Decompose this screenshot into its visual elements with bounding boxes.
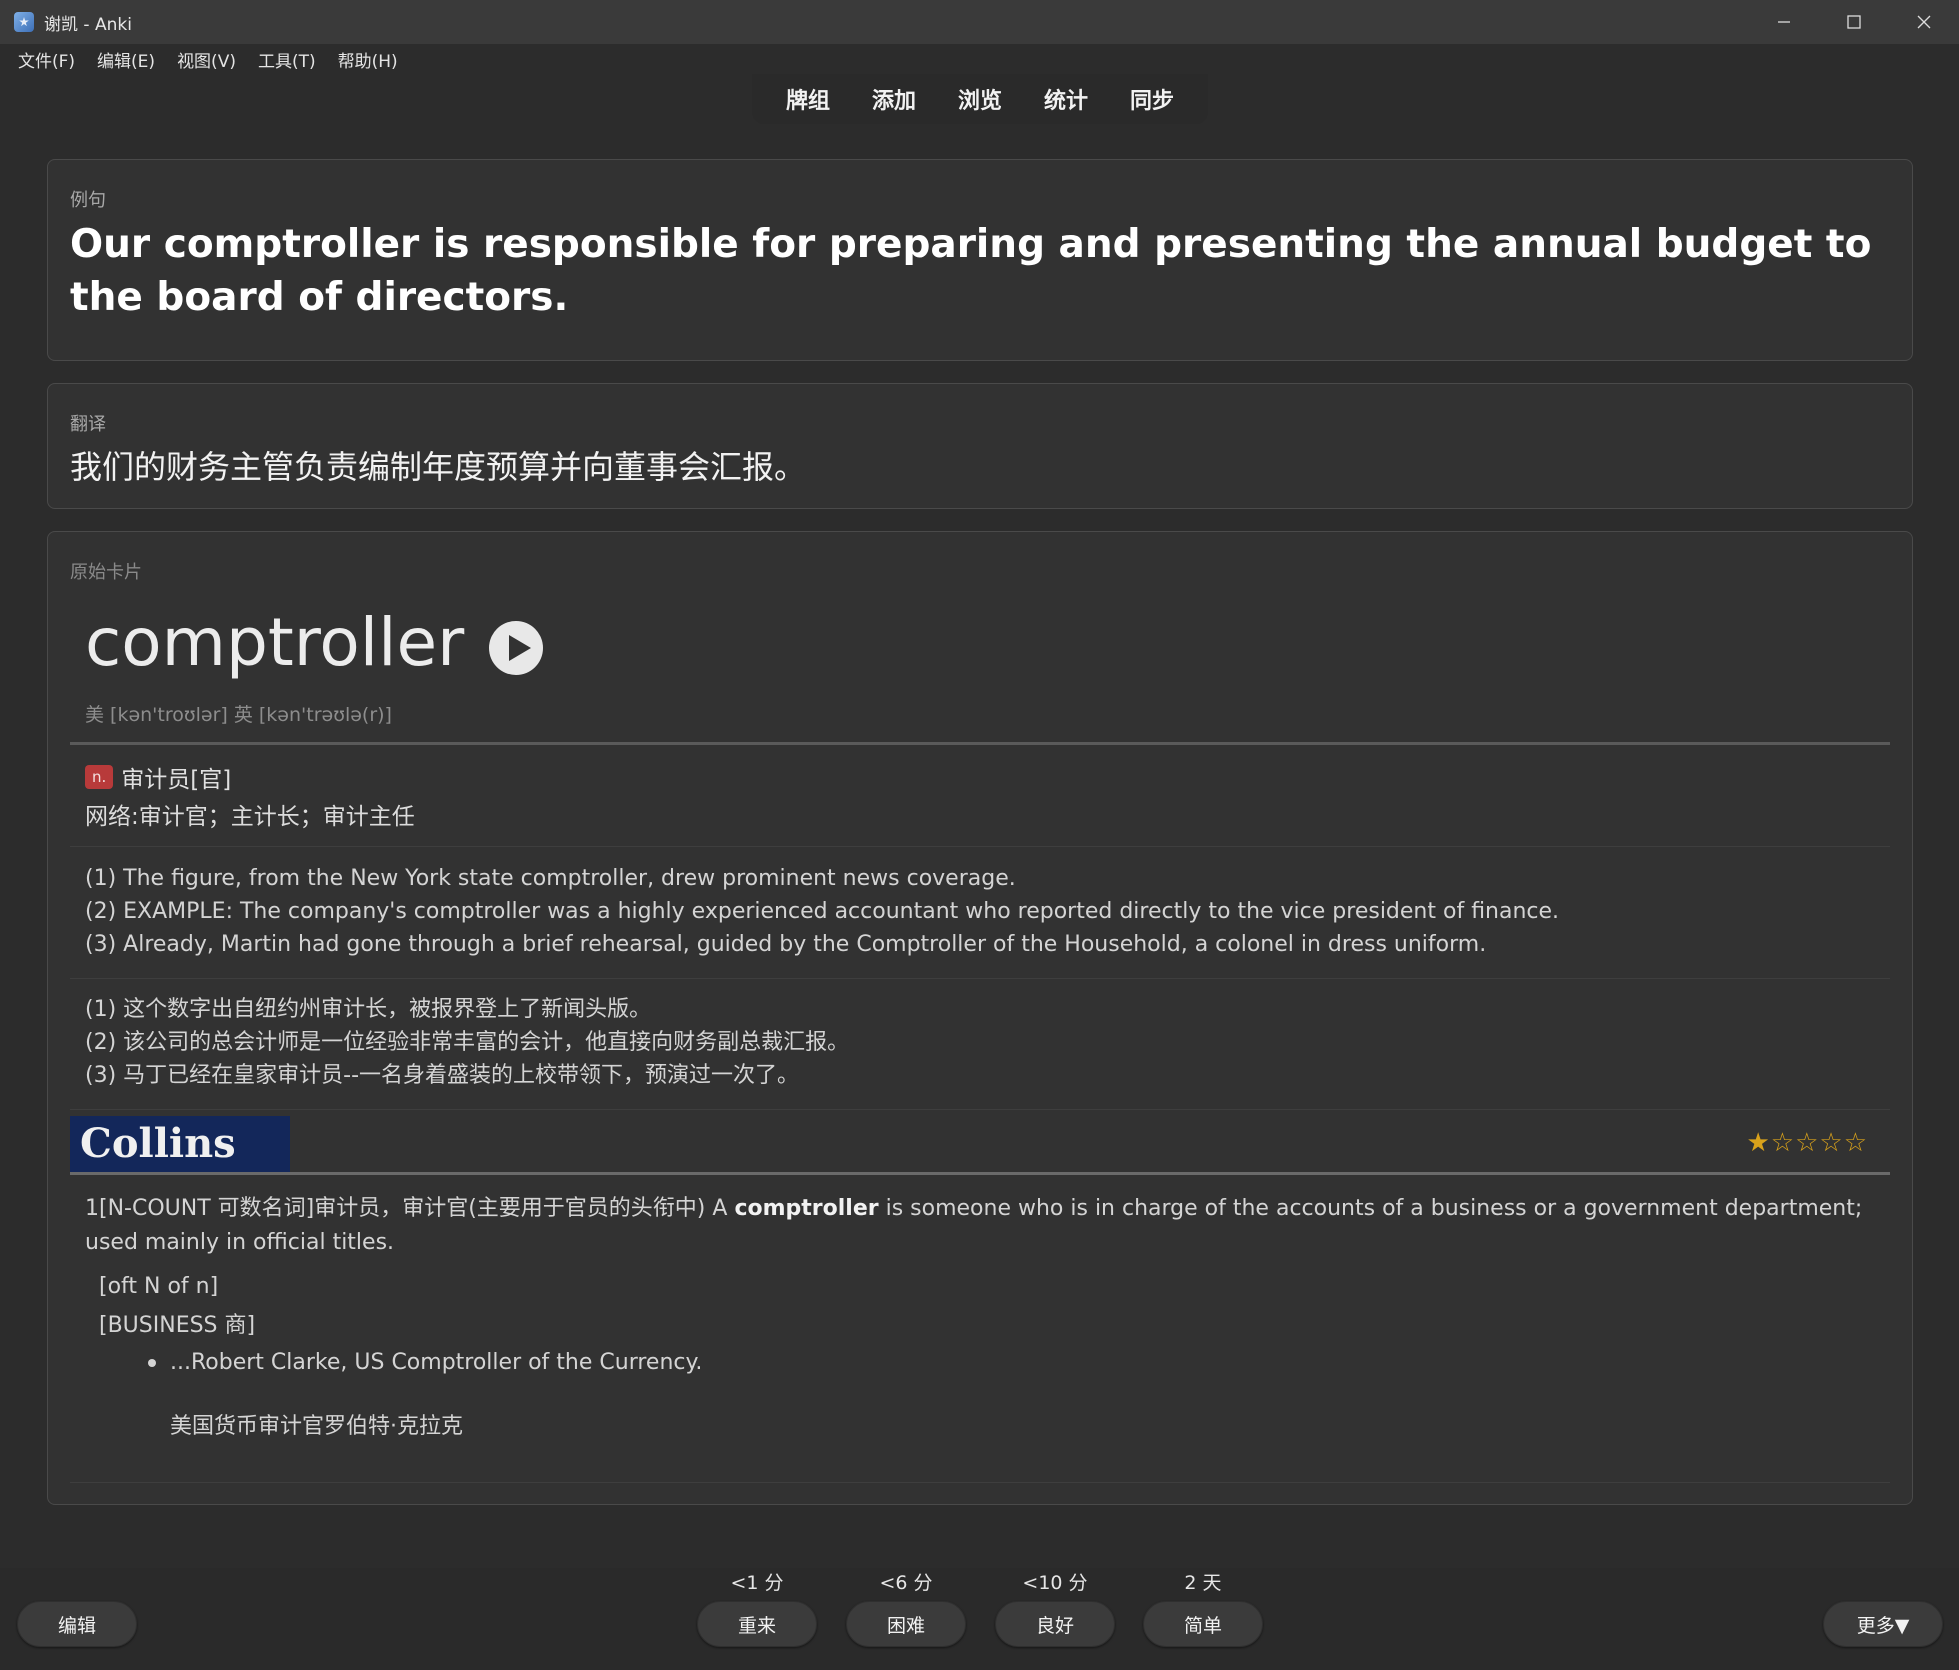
collins-definition: 1[N-COUNT 可数名词]审计员，审计官(主要用于官员的头衔中) A com… [85, 1192, 1872, 1260]
original-card-panel: 原始卡片 comptroller 美 [kən'troʊlər] 英 [kən'… [47, 531, 1913, 1505]
maximize-button[interactable] [1819, 0, 1889, 44]
sentence-label: 例句 [70, 190, 106, 211]
collins-example: ...Robert Clarke, US Comptroller of the … [148, 1350, 702, 1375]
collins-def-prefix: 1[N-COUNT 可数名词]审计员，审计官(主要用于官员的头衔中) A [85, 1196, 735, 1221]
collins-grammar: [BUSINESS 商] [99, 1313, 256, 1338]
english-examples: (1) The figure, from the New York state … [85, 862, 1559, 961]
original-card-label: 原始卡片 [70, 562, 142, 583]
divider [70, 846, 1890, 847]
network-definition: 网络:审计官；主计长；审计主任 [85, 804, 415, 830]
translation-text: 我们的财务主管负责编制年度预算并向董事会汇报。 [70, 448, 807, 486]
again-button[interactable]: 重来 [697, 1601, 817, 1647]
toolbar-stats[interactable]: 统计 [1023, 83, 1109, 115]
edit-button[interactable]: 编辑 [17, 1601, 137, 1647]
example-zh: (1) 这个数字出自纽约州审计长，被报界登上了新闻头版。 [85, 997, 652, 1022]
menu-help[interactable]: 帮助(H) [330, 44, 406, 75]
close-icon [1917, 15, 1931, 29]
translation-label: 翻译 [70, 414, 106, 435]
menu-tools[interactable]: 工具(T) [250, 44, 324, 75]
example-sentence: Our comptroller is responsible for prepa… [70, 222, 1872, 320]
phonetic: 美 [kən'troʊlər] 英 [kən'trəʊlə(r)] [85, 704, 392, 726]
menu-bar: 文件(F) 编辑(E) 视图(V) 工具(T) 帮助(H) [0, 44, 1959, 74]
due-easy: 2 天 [1184, 1572, 1222, 1594]
toolbar-decks[interactable]: 牌组 [765, 83, 851, 115]
main-toolbar: 牌组 添加 浏览 统计 同步 [752, 74, 1208, 124]
collins-def-headword: comptroller [734, 1196, 879, 1221]
divider [70, 1482, 1890, 1483]
minimize-button[interactable] [1749, 0, 1819, 44]
example-en: (1) The figure, from the New York state … [85, 866, 1016, 891]
collins-header: Collins ★☆☆☆☆ [70, 1116, 1890, 1172]
toolbar-sync[interactable]: 同步 [1109, 83, 1195, 115]
close-button[interactable] [1889, 0, 1959, 44]
window-controls [1749, 0, 1959, 44]
translation-panel: 翻译 我们的财务主管负责编制年度预算并向董事会汇报。 [47, 383, 1913, 509]
collins-logo: Collins [70, 1116, 290, 1172]
more-button[interactable]: 更多▼ [1823, 1601, 1943, 1647]
window-title: 谢凯 - Anki [44, 14, 132, 35]
collins-example-text: ...Robert Clarke, US Comptroller of the … [170, 1350, 703, 1375]
bottom-bar [0, 1568, 1959, 1670]
divider [70, 1109, 1890, 1110]
part-of-speech-row: n. 审计员[官] [85, 760, 231, 794]
star-rating: ★☆☆☆☆ [1746, 1128, 1868, 1158]
menu-file[interactable]: 文件(F) [10, 44, 83, 75]
example-en: (2) EXAMPLE: The company's comptroller w… [85, 899, 1560, 924]
sentence-panel: 例句 Our comptroller is responsible for pr… [47, 159, 1913, 361]
example-zh: (3) 马丁已经在皇家审计员--一名身着盛装的上校带领下，预演过一次了。 [85, 1063, 800, 1088]
bullet-icon [148, 1358, 156, 1367]
menu-view[interactable]: 视图(V) [169, 44, 244, 75]
menu-edit[interactable]: 编辑(E) [89, 44, 163, 75]
pos-definition: 审计员[官] [121, 767, 232, 793]
toolbar-browse[interactable]: 浏览 [937, 83, 1023, 115]
divider [70, 978, 1890, 979]
due-hard: <6 分 [879, 1572, 933, 1594]
headword: comptroller [85, 604, 465, 681]
collins-example-translation: 美国货币审计官罗伯特·克拉克 [170, 1414, 463, 1439]
pos-badge: n. [85, 765, 114, 789]
easy-button[interactable]: 简单 [1143, 1601, 1263, 1647]
example-en: (3) Already, Martin had gone through a b… [85, 932, 1487, 957]
hard-button[interactable]: 困难 [846, 1601, 966, 1647]
due-again: <1 分 [730, 1572, 784, 1594]
maximize-icon [1847, 15, 1861, 29]
toolbar-add[interactable]: 添加 [851, 83, 937, 115]
divider [70, 742, 1890, 745]
chinese-examples: (1) 这个数字出自纽约州审计长，被报界登上了新闻头版。 (2) 该公司的总会计… [85, 993, 849, 1092]
collins-grammar: [oft N of n] [99, 1274, 219, 1299]
word-heading: comptroller [85, 604, 544, 681]
example-zh: (2) 该公司的总会计师是一位经验非常丰富的会计，他直接向财务副总裁汇报。 [85, 1030, 850, 1055]
divider [70, 1172, 1890, 1175]
title-bar: 谢凯 - Anki [0, 0, 1959, 44]
minimize-icon [1778, 21, 1790, 23]
anki-app-icon [14, 12, 34, 32]
due-good: <10 分 [1022, 1572, 1088, 1594]
good-button[interactable]: 良好 [995, 1601, 1115, 1647]
play-audio-icon[interactable] [488, 620, 544, 676]
